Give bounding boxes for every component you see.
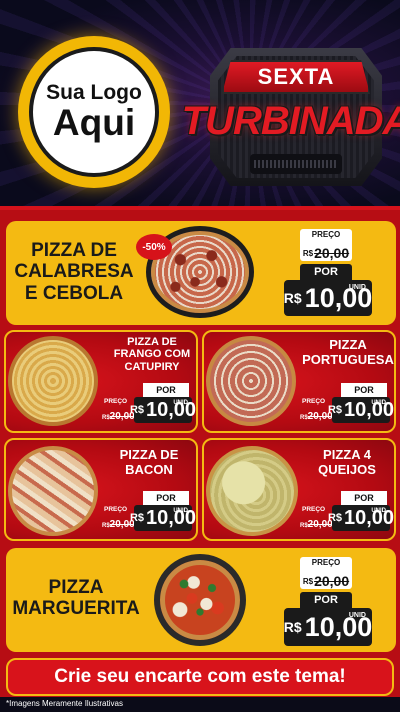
new-price-value: 10,00 xyxy=(344,506,395,529)
new-price: R$ 10,00 UNID xyxy=(284,280,372,316)
badge-bottom-vent xyxy=(250,154,342,174)
new-price-value: 10,00 xyxy=(146,398,197,421)
unit-label: UNID xyxy=(173,400,188,406)
cta-label: Crie seu encarte com este tema! xyxy=(54,666,346,687)
new-price-currency: R$ xyxy=(327,512,342,524)
pizza-portuguesa-image xyxy=(206,336,296,426)
unit-label: UNID xyxy=(348,284,366,291)
new-price: R$ 10,00 UNID xyxy=(328,397,394,423)
new-price: R$ 10,00 UNID xyxy=(328,505,394,531)
new-price-value: 10,00 xyxy=(344,398,395,421)
new-price-currency: R$ xyxy=(283,290,302,306)
unit-label: UNID xyxy=(348,612,366,619)
product-name: PIZZA DE BACON xyxy=(119,447,179,477)
price-label: PREÇO xyxy=(300,557,352,569)
disclaimer-footnote: *Imagens Meramente Ilustrativas xyxy=(6,699,123,708)
por-label: POR xyxy=(341,491,387,505)
new-price-currency: R$ xyxy=(129,512,144,524)
old-price-currency: R$ xyxy=(102,415,110,421)
badge-day-text: SEXTA xyxy=(257,64,335,89)
product-name: PIZZA 4 QUEIJOS xyxy=(318,447,376,477)
unit-label: UNID xyxy=(371,508,386,514)
badge-title-text: TURBINADA xyxy=(181,98,400,143)
por-label: POR xyxy=(300,592,352,608)
new-price: R$ 10,00 UNID xyxy=(284,608,372,646)
cta-button[interactable]: Crie seu encarte com este tema! xyxy=(6,658,394,696)
logo-circle: Sua Logo Aqui xyxy=(29,47,159,177)
old-price-currency: R$ xyxy=(300,415,308,421)
badge-top-plate: SEXTA xyxy=(222,60,370,94)
old-price: R$ 20,00 xyxy=(300,241,352,261)
logo-line-2: Aqui xyxy=(52,101,136,143)
pizza-frango-image xyxy=(8,336,98,426)
old-price-value: 20,00 xyxy=(314,245,350,261)
price-label: PREÇO xyxy=(302,506,326,513)
promo-badge: SEXTA TURBINADA xyxy=(182,44,400,194)
unit-label: UNID xyxy=(371,400,386,406)
discount-badge: -50% xyxy=(136,234,172,260)
new-price-value: 10,00 xyxy=(146,506,197,529)
price-label: PREÇO xyxy=(104,398,128,405)
por-label: POR xyxy=(143,491,189,505)
new-price-currency: R$ xyxy=(327,404,342,416)
old-price-currency: R$ xyxy=(302,577,314,586)
logo-placeholder[interactable]: Sua Logo Aqui xyxy=(18,36,170,188)
old-price-value: 20,00 xyxy=(314,573,350,589)
product-name: PIZZA MARGUERITA xyxy=(12,577,140,620)
por-label: POR xyxy=(300,264,352,280)
unit-label: UNID xyxy=(173,508,188,514)
price-label: PREÇO xyxy=(302,398,326,405)
new-price-currency: R$ xyxy=(129,404,144,416)
old-price-currency: R$ xyxy=(102,523,110,529)
old-price-currency: R$ xyxy=(300,523,308,529)
logo-line-1: Sua Logo xyxy=(46,80,142,104)
new-price-currency: R$ xyxy=(283,619,302,635)
new-price: R$ 10,00 UNID xyxy=(130,397,196,423)
product-name: PIZZA DE CALABRESA E CEBOLA xyxy=(14,240,134,304)
badge-main-plate: TURBINADA xyxy=(182,94,400,148)
pizza-marguerita-image xyxy=(154,554,246,646)
product-name: PIZZA PORTUGUESA xyxy=(302,337,394,367)
old-price: R$ 20,00 xyxy=(300,569,352,589)
por-label: POR xyxy=(143,383,189,397)
pizza-queijos-image xyxy=(206,446,298,536)
pizza-bacon-image xyxy=(8,446,98,536)
old-price-currency: R$ xyxy=(302,249,314,258)
product-name: PIZZA DE FRANGO COM CATUPIRY xyxy=(113,336,191,373)
new-price: R$ 10,00 UNID xyxy=(130,505,196,531)
por-label: POR xyxy=(341,383,387,397)
header: Sua Logo Aqui SEXTA TURBINADA xyxy=(0,0,400,210)
price-label: PREÇO xyxy=(104,506,128,513)
price-label: PREÇO xyxy=(300,229,352,241)
